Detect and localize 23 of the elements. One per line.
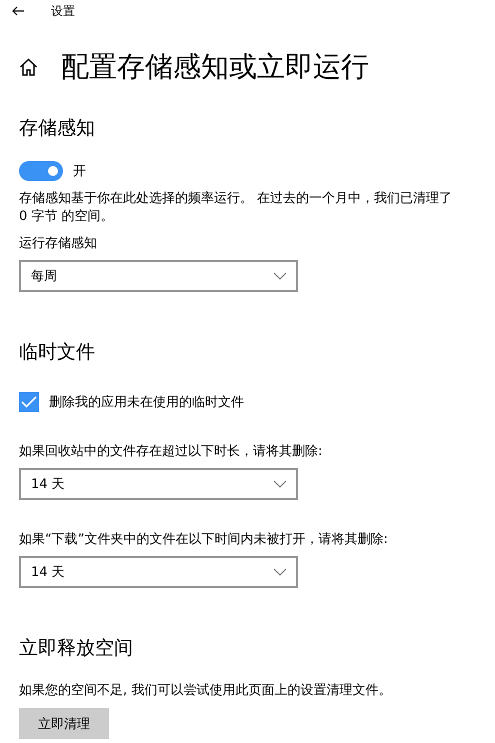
chevron-down-icon xyxy=(273,568,287,576)
section-heading: 存储感知 xyxy=(19,116,96,141)
field-label: 如果“下载”文件夹中的文件在以下时间内未被打开，请将其删除: xyxy=(19,531,389,549)
page-title: 配置存储感知或立即运行 xyxy=(61,49,369,85)
chevron-down-icon xyxy=(273,480,287,488)
description-text: 如果您的空间不足, 我们可以尝试使用此页面上的设置清理文件。 xyxy=(19,682,392,700)
field-label: 如果回收站中的文件存在超过以下时长，请将其删除: xyxy=(19,443,324,461)
description-text: 存储感知基于你在此处选择的频率运行。 在过去的一个月中，我们已清理了 0 字节 的空间。 xyxy=(19,190,454,226)
checkbox[interactable] xyxy=(19,392,39,412)
dropdown[interactable]: 每周 xyxy=(19,260,298,292)
chevron-down-icon xyxy=(273,272,287,280)
section-heading: 立即释放空间 xyxy=(19,636,134,661)
home-icon[interactable] xyxy=(19,58,38,76)
clean-now-button[interactable]: 立即清理 xyxy=(19,708,109,739)
back-icon[interactable] xyxy=(12,6,24,16)
toggle-switch[interactable] xyxy=(19,161,63,181)
window-title: 设置 xyxy=(51,2,75,20)
dropdown[interactable]: 14 天 xyxy=(19,556,298,588)
field-label: 运行存储感知 xyxy=(19,235,98,253)
dropdown[interactable]: 14 天 xyxy=(19,468,298,500)
checkbox-label: 删除我的应用未在使用的临时文件 xyxy=(49,394,244,411)
section-heading: 临时文件 xyxy=(19,340,96,365)
toggle-label: 开 xyxy=(73,163,86,180)
